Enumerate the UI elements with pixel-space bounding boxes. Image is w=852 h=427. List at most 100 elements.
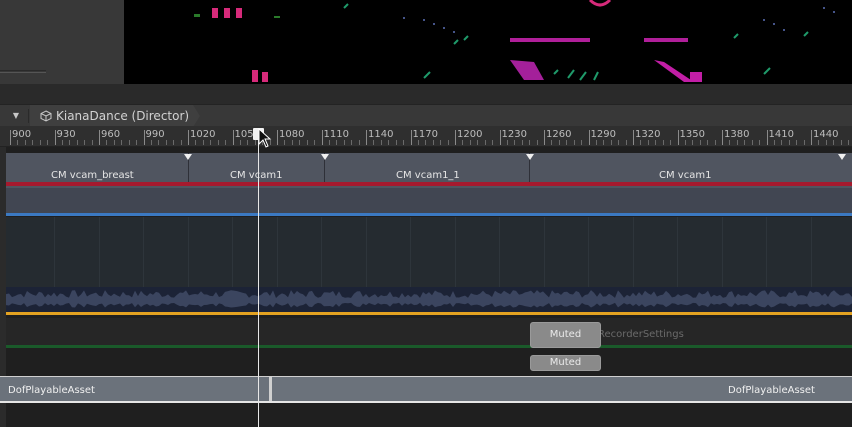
ruler-minor-tick: [180, 140, 182, 145]
track-color-line: [6, 182, 852, 186]
ruler-minor-tick: [581, 140, 583, 145]
ruler-minor-tick: [128, 140, 130, 145]
blend-marker-icon: [321, 154, 329, 160]
ruler-tick-label: 1110: [323, 129, 349, 140]
muted-badge[interactable]: Muted: [530, 355, 601, 371]
ruler-tick-label: 1350: [679, 129, 705, 140]
ruler-minor-tick: [158, 140, 160, 145]
game-view: [124, 0, 852, 84]
ruler-minor-tick: [781, 140, 783, 145]
ruler-minor-tick: [462, 140, 464, 145]
ruler-minor-tick: [692, 140, 694, 145]
ruler-minor-tick: [136, 140, 138, 145]
track-row[interactable]: [6, 188, 852, 216]
recorder-clip-label: RecorderSettings: [598, 329, 684, 340]
grid-line: [365, 217, 367, 287]
grid-line: [766, 217, 767, 287]
ruler-minor-tick: [403, 140, 405, 145]
ruler-minor-tick: [840, 140, 842, 145]
ruler-minor-tick: [343, 140, 345, 145]
ruler-tick: [499, 130, 501, 145]
ruler-tick: [54, 130, 56, 145]
ruler-tick-label: 1410: [768, 129, 794, 140]
grid-line: [232, 217, 233, 287]
ruler-minor-tick: [76, 140, 78, 145]
ruler-minor-tick: [47, 140, 49, 145]
dropdown-triangle-icon[interactable]: ▼: [4, 109, 29, 123]
ruler-minor-tick: [306, 140, 308, 145]
track-row[interactable]: [6, 217, 852, 287]
divider: [0, 72, 46, 73]
blend-marker-icon: [838, 154, 846, 160]
grid-line: [721, 217, 723, 287]
grid-line: [454, 217, 456, 287]
ruler-tick: [811, 130, 812, 145]
grid-line: [677, 217, 678, 287]
clip-label[interactable]: CM vcam1_1: [396, 170, 460, 181]
grid-line: [276, 217, 278, 287]
ruler-tick: [677, 130, 679, 145]
track-color-line: [6, 213, 852, 216]
ruler-minor-tick: [744, 140, 746, 145]
track-color-line: [6, 345, 852, 348]
breadcrumb[interactable]: KianaDance (Director): [30, 105, 200, 127]
ruler-tick-label: 1290: [590, 129, 616, 140]
ruler-tick-label: 1140: [368, 129, 394, 140]
playhead-line[interactable]: [258, 140, 259, 427]
ruler-minor-tick: [521, 140, 523, 145]
ruler-minor-tick: [773, 140, 775, 145]
ruler-tick-label: 990: [145, 129, 165, 140]
ruler-tick-label: 1020: [190, 129, 216, 140]
ruler-tick: [544, 130, 545, 145]
ruler-minor-tick: [595, 140, 597, 145]
ruler-minor-tick: [336, 140, 338, 145]
ruler-minor-tick: [803, 140, 805, 145]
clip-label[interactable]: DofPlayableAsset: [8, 385, 95, 396]
muted-badge[interactable]: Muted: [530, 322, 601, 348]
ruler-minor-tick: [351, 140, 353, 145]
clip-label[interactable]: DofPlayableAsset: [728, 385, 815, 396]
ruler-minor-tick: [284, 140, 286, 145]
ruler-minor-tick: [165, 140, 167, 145]
ruler-minor-tick: [447, 140, 449, 145]
ruler-minor-tick: [477, 140, 479, 145]
ruler-tick: [633, 130, 634, 145]
cube-icon: [40, 110, 52, 122]
ruler-minor-tick: [707, 140, 709, 145]
clip-label[interactable]: CM vcam1: [659, 170, 711, 181]
timeline-header: ▼ KianaDance (Director): [0, 104, 852, 127]
ruler-tick: [455, 130, 456, 145]
grid-line: [499, 217, 500, 287]
time-ruler[interactable]: 900 930 960 990 1020 1050 1080 1110 1140 1170 1200…: [0, 126, 852, 147]
toolbar-gap: [0, 84, 852, 104]
ruler-minor-tick: [514, 140, 516, 145]
ruler-minor-tick: [24, 140, 26, 145]
ruler-minor-tick: [625, 140, 627, 145]
ruler-minor-tick: [662, 140, 664, 145]
grid-line: [588, 217, 589, 287]
grid-line: [632, 217, 634, 287]
ruler-minor-tick: [380, 140, 382, 145]
ruler-tick-label: 1080: [279, 129, 305, 140]
ruler-minor-tick: [506, 140, 508, 145]
ruler-minor-tick: [225, 140, 227, 145]
ruler-minor-tick: [714, 140, 716, 145]
ruler-minor-tick: [217, 140, 219, 145]
clip-label[interactable]: CM vcam1: [230, 170, 282, 181]
ruler-tick: [410, 130, 412, 145]
grid-line: [54, 217, 55, 287]
clip-separator: [269, 377, 272, 402]
dof-track[interactable]: [0, 377, 852, 402]
ruler-minor-tick: [529, 140, 531, 145]
recorder-track[interactable]: [6, 318, 852, 348]
ruler-minor-tick: [759, 140, 761, 145]
ruler-tick-label: 1260: [546, 129, 572, 140]
divider: [0, 70, 46, 71]
audio-track[interactable]: [6, 287, 852, 315]
ruler-tick: [722, 130, 723, 145]
clip-label[interactable]: CM vcam_breast: [51, 170, 134, 181]
grid-line: [543, 217, 545, 287]
ruler-minor-tick: [395, 140, 397, 145]
ruler-minor-tick: [202, 140, 204, 145]
ruler-minor-tick: [573, 140, 575, 145]
